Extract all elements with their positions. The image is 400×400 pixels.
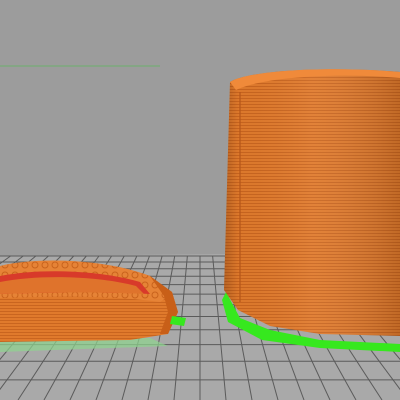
- 3d-print-preview-viewport[interactable]: [0, 0, 400, 400]
- right-cylinder-object[interactable]: [222, 69, 400, 352]
- right-cylinder-shade: [224, 69, 400, 337]
- preview-scene[interactable]: [0, 0, 400, 400]
